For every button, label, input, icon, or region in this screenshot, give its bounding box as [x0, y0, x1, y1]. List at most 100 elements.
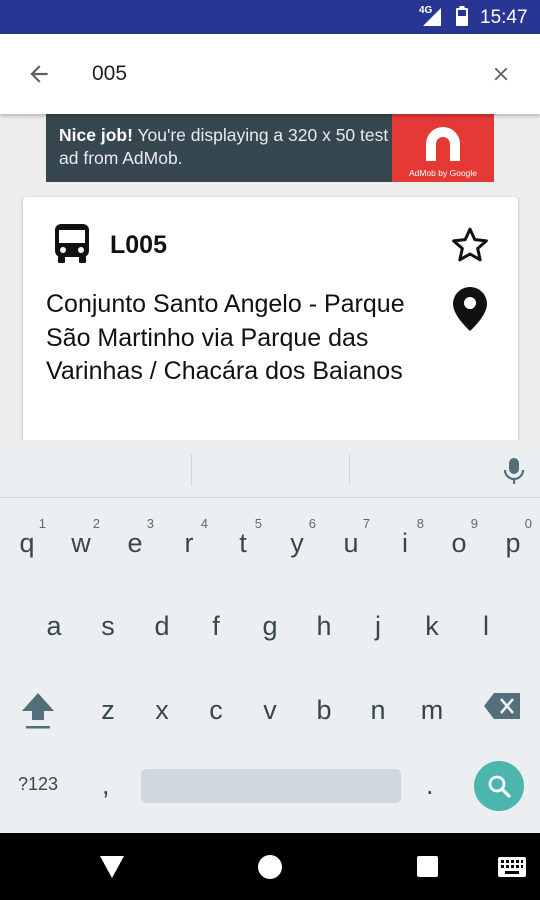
key-label: e — [127, 528, 143, 558]
key-hint: 8 — [416, 516, 424, 531]
key-label: h — [316, 611, 332, 641]
key-hint: 3 — [146, 516, 154, 531]
key-i[interactable]: i8 — [378, 516, 432, 586]
key-s[interactable]: s — [81, 599, 135, 669]
keyboard-switch-icon[interactable] — [498, 857, 526, 877]
ad-caption: AdMob by Google — [408, 168, 478, 178]
ad-headline: Nice job! — [59, 125, 133, 145]
key-v[interactable]: v — [243, 683, 297, 753]
nav-home-icon[interactable] — [258, 855, 282, 879]
battery-icon — [456, 6, 468, 26]
key-hint: 5 — [254, 516, 262, 531]
key-label: f — [212, 611, 220, 641]
search-icon — [488, 775, 511, 798]
key-label: r — [184, 528, 194, 558]
signal-icon — [423, 8, 441, 26]
key-m[interactable]: m — [405, 683, 459, 753]
key-hint: 6 — [308, 516, 316, 531]
key-label: z — [101, 695, 115, 725]
key-j[interactable]: j — [351, 599, 405, 669]
key-u[interactable]: u7 — [324, 516, 378, 586]
admob-logo-icon — [426, 127, 460, 161]
search-key[interactable] — [474, 761, 524, 811]
suggestion-strip — [0, 440, 540, 498]
system-nav-bar — [0, 833, 540, 900]
key-label: s — [101, 611, 115, 641]
key-hint: 9 — [470, 516, 478, 531]
key-label: g — [262, 611, 278, 641]
key-e[interactable]: e3 — [108, 516, 162, 586]
nav-back-icon[interactable] — [100, 856, 124, 878]
key-k[interactable]: k — [405, 599, 459, 669]
key-label: o — [451, 528, 467, 558]
key-hint: 0 — [524, 516, 532, 531]
arrow-back-icon[interactable] — [26, 61, 52, 87]
key-label: u — [343, 528, 359, 558]
key-p[interactable]: p0 — [486, 516, 540, 586]
key-label: b — [316, 695, 332, 725]
key-g[interactable]: g — [243, 599, 297, 669]
key-label: j — [375, 611, 381, 641]
key-y[interactable]: y6 — [270, 516, 324, 586]
key-hint: 1 — [38, 516, 46, 531]
backspace-icon[interactable] — [484, 693, 520, 719]
key-t[interactable]: t5 — [216, 516, 270, 586]
key-l[interactable]: l — [459, 599, 513, 669]
comma-key[interactable]: , — [102, 770, 110, 801]
symbols-key[interactable]: ?123 — [18, 774, 58, 795]
shift-icon[interactable] — [20, 690, 56, 730]
key-hint: 2 — [92, 516, 100, 531]
key-c[interactable]: c — [189, 683, 243, 753]
key-label: t — [239, 528, 247, 558]
key-x[interactable]: x — [135, 683, 189, 753]
soft-keyboard: q1w2e3r4t5y6u7i8o9p0asdfghjklzxcvbnm ?12… — [0, 440, 540, 833]
key-n[interactable]: n — [351, 683, 405, 753]
key-label: x — [155, 695, 169, 725]
route-description: Conjunto Santo Angelo - Parque São Marti… — [46, 290, 405, 385]
key-label: a — [46, 611, 62, 641]
key-label: i — [402, 528, 408, 558]
key-label: y — [290, 528, 304, 558]
star-outline-icon[interactable] — [450, 225, 490, 265]
key-b[interactable]: b — [297, 683, 351, 753]
ad-banner[interactable]: Nice job! You're displaying a 320 x 50 t… — [46, 114, 494, 182]
map-pin-icon[interactable] — [453, 287, 487, 331]
line-code: L005 — [110, 231, 167, 259]
status-bar: 4G 15:47 — [0, 0, 540, 34]
key-label: l — [483, 611, 489, 641]
key-label: q — [19, 528, 35, 558]
suggestion-divider — [349, 454, 350, 486]
suggestion-divider — [191, 454, 192, 486]
bus-icon — [55, 224, 89, 263]
ad-text: Nice job! You're displaying a 320 x 50 t… — [59, 124, 394, 170]
key-w[interactable]: w2 — [54, 516, 108, 586]
key-a[interactable]: a — [27, 599, 81, 669]
close-icon[interactable] — [490, 63, 512, 85]
clock: 15:47 — [480, 7, 528, 28]
key-q[interactable]: q1 — [0, 516, 54, 586]
key-label: c — [209, 695, 223, 725]
search-input[interactable]: 005 — [92, 62, 127, 86]
key-label: w — [71, 528, 91, 558]
search-bar: 005 — [0, 34, 540, 114]
key-o[interactable]: o9 — [432, 516, 486, 586]
key-label: k — [425, 611, 439, 641]
key-label: m — [420, 695, 444, 725]
mic-icon[interactable] — [503, 457, 525, 485]
key-label: v — [263, 695, 277, 725]
ad-logo-panel: AdMob by Google — [392, 114, 494, 182]
period-key[interactable]: . — [426, 770, 434, 801]
key-r[interactable]: r4 — [162, 516, 216, 586]
key-label: d — [154, 611, 170, 641]
key-hint: 7 — [362, 516, 370, 531]
key-label: n — [370, 695, 386, 725]
key-z[interactable]: z — [81, 683, 135, 753]
key-h[interactable]: h — [297, 599, 351, 669]
key-label: p — [505, 528, 521, 558]
key-hint: 4 — [200, 516, 208, 531]
key-f[interactable]: f — [189, 599, 243, 669]
space-bar[interactable] — [141, 769, 401, 803]
nav-recents-icon[interactable] — [417, 856, 438, 877]
line-result-card[interactable]: L005 Conjunto Santo Angelo - Parque São … — [23, 197, 518, 457]
key-d[interactable]: d — [135, 599, 189, 669]
